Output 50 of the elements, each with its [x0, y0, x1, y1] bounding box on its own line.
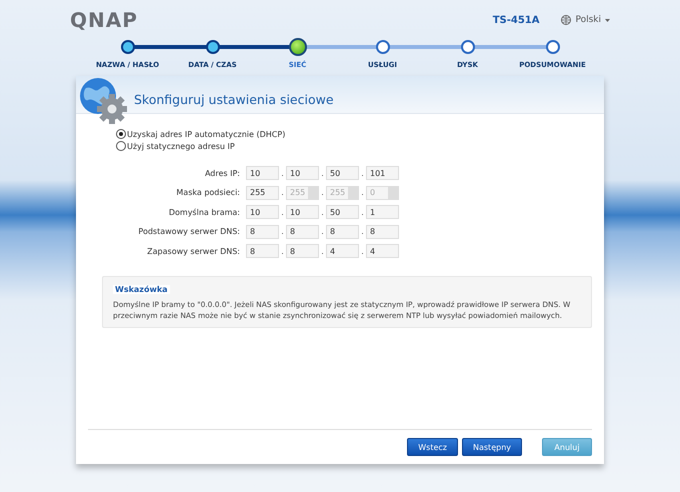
- octet-separator: .: [360, 246, 365, 256]
- octet-field[interactable]: 8: [326, 224, 359, 238]
- field-label: Zapasowy serwer DNS:: [146, 246, 241, 256]
- field-label: Maska podsieci:: [175, 188, 241, 197]
- language-menu[interactable]: Polski: [561, 15, 610, 25]
- octet-field[interactable]: 10: [246, 205, 279, 219]
- octet-separator: .: [360, 188, 365, 197]
- octet-field[interactable]: 10: [246, 166, 279, 180]
- field-label: Adres IP:: [204, 168, 241, 178]
- octet-separator: .: [280, 168, 285, 178]
- nav-button[interactable]: Następny: [462, 438, 522, 456]
- octet-field[interactable]: 8: [286, 224, 319, 238]
- octet-field[interactable]: 50: [326, 205, 359, 219]
- octet-separator: .: [320, 208, 325, 216]
- logo: QNAP: [70, 8, 139, 32]
- octet-field[interactable]: 255: [246, 186, 279, 200]
- hint-title: Wskazówka: [113, 285, 170, 294]
- octet-field[interactable]: 4: [366, 244, 399, 258]
- octet-field[interactable]: 8: [246, 224, 279, 238]
- octet-separator: .: [320, 188, 325, 197]
- octet-field[interactable]: 8: [286, 244, 319, 258]
- radio-button[interactable]: [116, 141, 126, 151]
- radio-label: Użyj statycznego adresu IP: [127, 142, 235, 150]
- octet-field[interactable]: 10: [286, 205, 319, 219]
- octet-separator: .: [360, 227, 365, 236]
- globe-icon: [561, 15, 572, 25]
- octet-field[interactable]: 10: [286, 166, 319, 180]
- octet-separator: .: [360, 168, 365, 178]
- radio-label: Uzyskaj adres IP automatycznie (DHCP): [127, 130, 286, 138]
- octet-separator: .: [320, 227, 325, 236]
- octet-separator: .: [280, 227, 285, 236]
- octet-field[interactable]: 101: [366, 166, 399, 180]
- panel-title: Skonfiguruj ustawienia sieciowe: [134, 92, 334, 107]
- radio-button[interactable]: [116, 129, 126, 139]
- octet-separator: .: [320, 246, 325, 256]
- nav-button[interactable]: Wstecz: [407, 438, 458, 456]
- model-name: TS-451A: [492, 14, 540, 26]
- octet-separator: .: [320, 168, 325, 178]
- field-label: Podstawowy serwer DNS:: [137, 227, 241, 236]
- field-label: Domyślna brama:: [168, 208, 241, 216]
- octet-separator: .: [280, 246, 285, 256]
- octet-separator: .: [280, 188, 285, 197]
- octet-field[interactable]: 8: [246, 244, 279, 258]
- caret-icon: [605, 18, 610, 22]
- octet-field[interactable]: 1: [366, 205, 399, 219]
- octet-separator: .: [360, 208, 365, 216]
- octet-field[interactable]: 8: [366, 224, 399, 238]
- octet-field[interactable]: 4: [326, 244, 359, 258]
- octet-separator: .: [280, 208, 285, 216]
- octet-field[interactable]: 50: [326, 166, 359, 180]
